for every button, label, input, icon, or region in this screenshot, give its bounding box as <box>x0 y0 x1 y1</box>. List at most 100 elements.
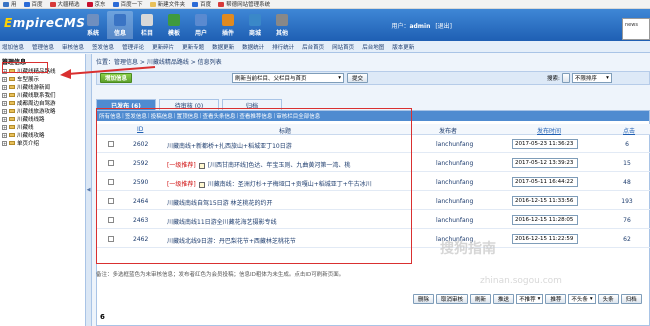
sidebar-item[interactable]: + 川藏线精品路线 <box>0 67 85 75</box>
col-date[interactable]: 发布时间 <box>537 126 561 135</box>
action-button[interactable]: 不推荐 ▾ <box>516 294 544 304</box>
row-title-link[interactable]: 川藏线南线自驾15日游 林芝桃花的约开 <box>167 200 273 207</box>
action-button[interactable]: 删除 <box>413 294 435 304</box>
nav-tab-other[interactable]: 其他 <box>269 11 295 39</box>
update-select[interactable]: 刷新当前栏目、父栏目与首页 ▾ <box>232 73 345 83</box>
tab-pending[interactable]: 待审核 (0) <box>159 99 219 110</box>
action-button[interactable]: 刷新 <box>470 294 492 304</box>
sidebar-item[interactable]: + 川藏线联系我们 <box>0 91 85 99</box>
bookmark-item[interactable]: 帮德网站管理系统 <box>218 0 270 8</box>
subnav-item[interactable]: 签发信息 <box>92 43 114 51</box>
expand-icon[interactable]: + <box>2 84 7 90</box>
nav-tab-plugin[interactable]: 插件 <box>215 11 241 39</box>
tab-published[interactable]: 已发布 (6) <box>96 99 156 110</box>
subnav-item[interactable]: 后台地图 <box>362 43 384 51</box>
row-date-field[interactable]: 2017-05-11 16:44:22 <box>512 177 578 187</box>
subnav-item[interactable]: 版本更新 <box>392 43 414 51</box>
row-title-link[interactable]: 川藏线北线9日游：丹巴梨花节+西藏林芝桃花节 <box>167 238 296 245</box>
nav-tab-info[interactable]: 信息 <box>107 11 133 39</box>
filter-link[interactable]: 置顶信息 <box>177 112 199 120</box>
sidebar-item[interactable]: + 川藏线旅游攻略 <box>0 107 85 115</box>
subnav-item[interactable]: 管理信息 <box>32 43 54 51</box>
nav-tab-user[interactable]: 用户 <box>188 11 214 39</box>
row-date-field[interactable]: 2017-05-23 11:36:23 <box>512 139 578 149</box>
submit-button[interactable]: 提交 <box>347 73 369 83</box>
row-checkbox[interactable] <box>108 217 114 223</box>
action-button[interactable]: 推送 <box>493 294 515 304</box>
bookmark-item[interactable]: 百度 <box>23 0 43 8</box>
expand-icon[interactable]: + <box>2 76 7 82</box>
bookmark-item[interactable]: 大疆精选 <box>49 0 80 8</box>
action-button[interactable]: 头条 <box>597 294 619 304</box>
nav-tab-shop[interactable]: 商城 <box>242 11 268 39</box>
col-clicks[interactable]: 点击 <box>623 126 635 135</box>
sidebar-item[interactable]: + 成都周边自驾游 <box>0 99 85 107</box>
expand-icon[interactable]: + <box>2 132 7 138</box>
filter-link[interactable]: 查看推荐信息 <box>239 112 272 120</box>
expand-icon[interactable]: + <box>2 108 7 114</box>
row-date-field[interactable]: 2017-05-12 13:39:23 <box>512 158 578 168</box>
bookmark-item[interactable]: 百度一下 <box>112 0 143 8</box>
subnav-item[interactable]: 排行统计 <box>272 43 294 51</box>
row-id[interactable]: 2590 <box>133 179 148 186</box>
filter-link[interactable]: 所有信息 <box>99 112 121 120</box>
row-checkbox[interactable] <box>108 141 114 147</box>
expand-icon[interactable]: + <box>2 140 7 146</box>
row-id[interactable]: 2464 <box>133 198 148 205</box>
subnav-item[interactable]: 网站首页 <box>332 43 354 51</box>
sidebar-item[interactable]: + 川藏线 <box>0 123 85 131</box>
edit-icon[interactable] <box>198 162 205 169</box>
add-info-button[interactable]: 增加信息 <box>100 73 133 83</box>
tab-archive[interactable]: 归档 <box>222 99 282 110</box>
row-id[interactable]: 2602 <box>133 141 148 148</box>
sort-select[interactable]: 不限排序 ▾ <box>571 73 612 83</box>
action-button[interactable]: 归档 <box>620 294 642 304</box>
sidebar-item[interactable]: + 车型展示 <box>0 75 85 83</box>
sidebar-item[interactable]: + 川藏线攻略 <box>0 131 85 139</box>
bookmark-item[interactable]: 京东 <box>86 0 106 8</box>
subnav-item[interactable]: 数据更新 <box>212 43 234 51</box>
bookmark-item[interactable]: 新建文件夹 <box>149 0 185 8</box>
action-button[interactable]: 取消审核 <box>436 294 469 304</box>
row-checkbox[interactable] <box>108 198 114 204</box>
row-title-link[interactable]: 川藏线南线11日游全川藏花海艺摄影专线 <box>167 219 277 226</box>
filter-link[interactable]: 审核栏目全部信息 <box>276 112 320 120</box>
logout-link[interactable]: [退出] <box>435 23 452 30</box>
row-date-field[interactable]: 2016-12-15 11:22:59 <box>512 234 578 244</box>
expand-icon[interactable]: + <box>2 92 7 98</box>
row-id[interactable]: 2463 <box>133 217 148 224</box>
sidebar-item[interactable]: + 单页介绍 <box>0 139 85 147</box>
row-date-field[interactable]: 2016-12-15 11:28:05 <box>512 215 578 225</box>
nav-tab-column[interactable]: 栏目 <box>134 11 160 39</box>
expand-icon[interactable]: + <box>2 116 7 122</box>
filter-link[interactable]: 查看头条信息 <box>203 112 236 120</box>
subnav-item[interactable]: 后台首页 <box>302 43 324 51</box>
subnav-item[interactable]: 审核信息 <box>62 43 84 51</box>
row-title-link[interactable]: 川藏南线：圣洲灯杉+子梅垭口+贡嘎山+稻城亚丁+牛古冰川 <box>208 181 372 188</box>
row-id[interactable]: 2592 <box>133 160 148 167</box>
expand-icon[interactable]: + <box>2 100 7 106</box>
row-checkbox[interactable] <box>108 236 114 242</box>
row-checkbox[interactable] <box>108 160 114 166</box>
row-title-link[interactable]: 川藏南线+新都桥+扎西旅山+稻城亚丁10日游 <box>167 143 292 150</box>
bookmark-item[interactable]: 用 <box>3 0 17 8</box>
row-checkbox[interactable] <box>108 179 114 185</box>
subnav-item[interactable]: 更新专题 <box>182 43 204 51</box>
row-date-field[interactable]: 2016-12-15 11:33:56 <box>512 196 578 206</box>
col-id[interactable]: ID <box>137 126 143 133</box>
expand-icon[interactable]: + <box>2 68 7 74</box>
sidebar-item[interactable]: + 川藏线线路 <box>0 115 85 123</box>
subnav-item[interactable]: 更新碎片 <box>152 43 174 51</box>
filter-link[interactable]: 投稿信息 <box>151 112 173 120</box>
nav-tab-template[interactable]: 模板 <box>161 11 187 39</box>
expand-icon[interactable]: + <box>2 124 7 130</box>
nav-tab-system[interactable]: 系统 <box>80 11 106 39</box>
edit-icon[interactable] <box>198 181 205 188</box>
action-button[interactable]: 不头条 ▾ <box>568 294 596 304</box>
subnav-item[interactable]: 数据统计 <box>242 43 264 51</box>
row-id[interactable]: 2462 <box>133 236 148 243</box>
subnav-item[interactable]: 增加信息 <box>2 43 24 51</box>
filter-link[interactable]: 签发信息 <box>125 112 147 120</box>
sidebar-item[interactable]: + 川藏线游新闻 <box>0 83 85 91</box>
subnav-item[interactable]: 管理评论 <box>122 43 144 51</box>
